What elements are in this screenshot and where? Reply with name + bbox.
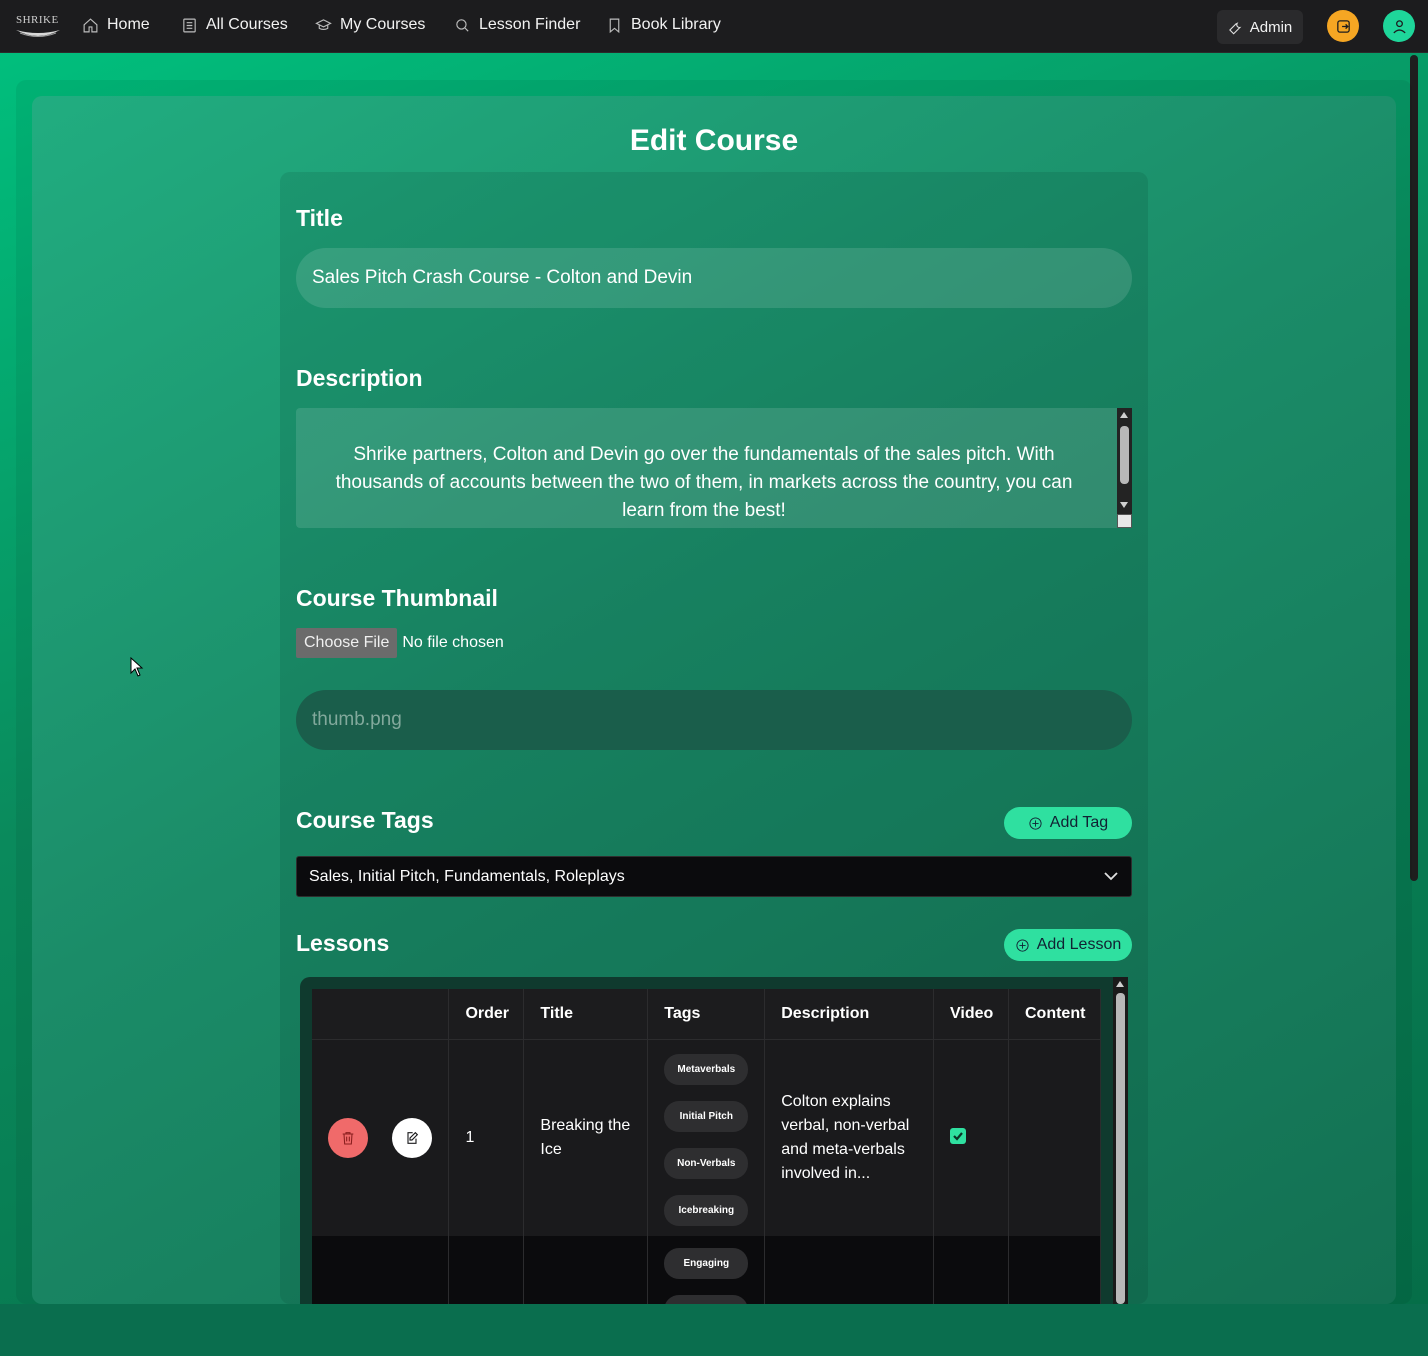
table-row: 1 Breaking the Ice Metaverbals Initial P… — [312, 1039, 1101, 1236]
trash-icon — [342, 1131, 354, 1145]
plus-circle-icon — [1029, 816, 1042, 830]
bookmark-icon — [609, 18, 620, 33]
no-file-text: No file chosen — [402, 634, 504, 651]
check-icon — [953, 1132, 963, 1141]
tag-chip: Engaging — [664, 1248, 749, 1279]
nav-all-courses-label: All Courses — [206, 16, 288, 33]
choose-file-button[interactable]: Choose File — [296, 628, 398, 658]
add-lesson-button[interactable]: Add Lesson — [1004, 929, 1132, 961]
row-order: 1 — [448, 1039, 525, 1236]
row-title — [523, 1236, 649, 1304]
page-title: Edit Course — [629, 124, 799, 157]
nav-all-courses[interactable]: All Courses — [181, 16, 288, 34]
course-tags-label: Course Tags — [296, 807, 434, 833]
lessons-table: Order Title Tags Description Video Conte… — [312, 989, 1101, 1304]
add-lesson-label: Add Lesson — [1036, 936, 1122, 953]
edit-lesson-button[interactable] — [392, 1117, 432, 1158]
bottom-background — [0, 1304, 1428, 1356]
row-content — [1008, 1236, 1101, 1304]
profile-button[interactable] — [1383, 10, 1415, 42]
nav-lesson-finder[interactable]: Lesson Finder — [454, 16, 580, 34]
course-tags-select[interactable]: Sales, Initial Pitch, Fundamentals, Role… — [296, 856, 1132, 897]
header-tags[interactable]: Tags — [647, 989, 766, 1040]
course-tags-value: Sales, Initial Pitch, Fundamentals, Role… — [309, 868, 625, 885]
scroll-down-arrow-icon[interactable] — [1120, 502, 1128, 508]
table-header-row: Order Title Tags Description Video Conte… — [312, 989, 1101, 1040]
add-tag-label: Add Tag — [1049, 814, 1109, 831]
thumbnail-input[interactable]: thumb.png — [296, 690, 1132, 750]
row-video — [933, 1236, 1009, 1304]
row-content — [1008, 1039, 1101, 1236]
header-video[interactable]: Video — [933, 989, 1009, 1040]
title-input[interactable]: Sales Pitch Crash Course - Colton and De… — [296, 248, 1132, 308]
thumbnail-label: Course Thumbnail — [296, 585, 498, 611]
top-navbar: SHRIKE Home All Courses My Courses Lesso… — [0, 0, 1428, 53]
row-tags: Engaging — [647, 1236, 766, 1304]
mouse-cursor-icon — [130, 657, 144, 677]
table-scroll-thumb[interactable] — [1116, 993, 1125, 1304]
row-order — [448, 1236, 525, 1304]
header-order[interactable]: Order — [448, 989, 525, 1040]
video-checkbox[interactable] — [950, 1127, 967, 1144]
logout-icon — [1336, 19, 1350, 33]
file-picker: Choose File No file chosen — [296, 628, 504, 658]
chevron-down-icon — [1104, 872, 1118, 881]
scroll-up-arrow-icon[interactable] — [1116, 981, 1124, 987]
delete-lesson-button[interactable] — [328, 1117, 368, 1158]
shrike-logo[interactable]: SHRIKE — [14, 12, 62, 40]
add-tag-button[interactable]: Add Tag — [1004, 807, 1132, 839]
row-video — [933, 1039, 1009, 1236]
description-scroll-thumb[interactable] — [1120, 426, 1129, 484]
table-scrollbar[interactable] — [1113, 977, 1128, 1304]
description-label: Description — [296, 365, 423, 391]
user-icon — [1392, 19, 1406, 33]
nav-book-library[interactable]: Book Library — [606, 16, 721, 34]
table-row: Engaging — [312, 1236, 1101, 1304]
tag-chip: Metaverbals — [664, 1053, 749, 1085]
row-tags: Metaverbals Initial Pitch Non-Verbals Ic… — [647, 1039, 766, 1236]
wrench-icon — [1228, 21, 1242, 35]
header-actions — [312, 989, 450, 1040]
row-description: Colton explains verbal, non-verbal and m… — [764, 1039, 935, 1236]
admin-label: Admin — [1249, 18, 1293, 36]
home-icon — [83, 17, 98, 32]
tag-chip: Initial Pitch — [664, 1100, 749, 1132]
nav-book-library-label: Book Library — [631, 16, 721, 33]
scroll-up-arrow-icon[interactable] — [1120, 412, 1128, 418]
tag-chip: Non-Verbals — [664, 1147, 749, 1179]
textarea-resize-handle[interactable] — [1117, 514, 1132, 528]
nav-home-label: Home — [107, 16, 150, 33]
row-actions — [312, 1236, 450, 1304]
nav-my-courses[interactable]: My Courses — [315, 16, 425, 34]
search-icon — [456, 18, 469, 32]
title-label: Title — [296, 205, 343, 231]
nav-home[interactable]: Home — [82, 16, 150, 34]
document-icon — [183, 18, 196, 32]
header-content[interactable]: Content — [1008, 989, 1101, 1040]
nav-lesson-finder-label: Lesson Finder — [479, 16, 581, 33]
row-actions — [312, 1039, 450, 1236]
logo-text: SHRIKE — [16, 14, 59, 26]
logout-button[interactable] — [1327, 10, 1359, 42]
plus-circle-icon — [1016, 938, 1029, 952]
description-scrollbar[interactable] — [1117, 408, 1132, 528]
edit-icon — [407, 1131, 419, 1144]
tag-chip: Icebreaking — [664, 1194, 749, 1226]
row-title: Breaking the Ice — [523, 1039, 649, 1236]
admin-button[interactable]: Admin — [1217, 10, 1303, 44]
row-description — [764, 1236, 935, 1304]
lessons-label: Lessons — [296, 930, 390, 956]
header-description[interactable]: Description — [764, 989, 935, 1040]
header-title[interactable]: Title — [523, 989, 649, 1040]
description-textarea[interactable]: Shrike partners, Colton and Devin go ove… — [296, 408, 1132, 528]
nav-my-courses-label: My Courses — [340, 16, 426, 33]
lessons-table-container: Order Title Tags Description Video Conte… — [300, 977, 1128, 1304]
graduation-cap-icon — [315, 18, 332, 30]
tag-chip — [664, 1295, 749, 1304]
